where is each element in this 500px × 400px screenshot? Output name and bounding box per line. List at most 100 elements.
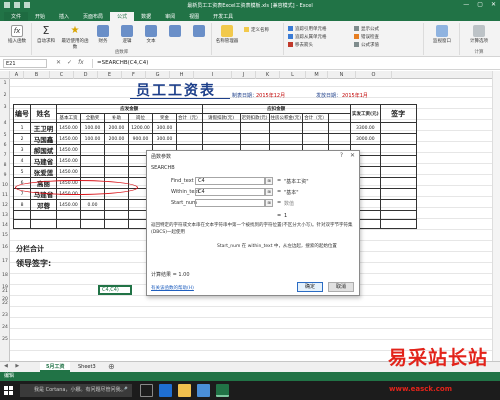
close-icon[interactable]: ✕ (350, 152, 355, 159)
cell[interactable] (379, 210, 417, 220)
active-cell[interactable]: C4,C4) (98, 285, 132, 295)
column-header[interactable]: K (256, 71, 280, 79)
microphone-icon[interactable]: 🎤 (122, 384, 128, 397)
header-name[interactable]: 姓名 (30, 104, 57, 123)
watch-window-button[interactable]: 监视窗口 (428, 25, 456, 44)
header-empty[interactable] (328, 113, 352, 123)
cancel-icon[interactable]: ✕ (56, 59, 61, 66)
cell[interactable] (379, 219, 417, 229)
cell-signature[interactable] (379, 144, 417, 156)
cell-signature[interactable] (379, 166, 417, 178)
cell-signature[interactable] (379, 199, 417, 211)
cell-bonus[interactable]: 100.00 (80, 122, 105, 134)
column-header[interactable]: H (170, 71, 194, 79)
column-header[interactable]: I (194, 71, 232, 79)
row-header[interactable]: 21 (0, 289, 10, 294)
cell-signature[interactable] (379, 188, 417, 200)
financial-button[interactable]: 财务 (92, 25, 114, 44)
cell-id[interactable]: 8 (13, 199, 31, 211)
recent-functions-button[interactable]: ★ 最近使用的函数 (60, 25, 90, 50)
store-icon[interactable] (197, 384, 210, 397)
cell-id[interactable]: 1 (13, 122, 31, 134)
cell-bonus[interactable] (80, 144, 105, 156)
range-select-icon[interactable]: ⊞ (265, 199, 273, 207)
cell[interactable] (104, 219, 129, 229)
remove-arrows-button[interactable]: 移去箭头 (288, 42, 313, 48)
row-header[interactable]: 11 (0, 193, 10, 198)
cell-id[interactable]: 3 (13, 144, 31, 156)
help-icon[interactable]: ? (340, 152, 343, 159)
cell-name[interactable]: 郝国斌 (30, 144, 57, 156)
range-select-icon[interactable]: ⊞ (265, 177, 273, 185)
row-header[interactable]: 13 (0, 213, 10, 218)
cell[interactable] (13, 219, 31, 229)
cell[interactable] (176, 122, 203, 134)
cell[interactable] (302, 133, 330, 145)
row-header[interactable]: 22 (0, 301, 10, 306)
row-header[interactable]: 4 (0, 121, 10, 126)
cell-award[interactable]: 300.00 (152, 133, 177, 145)
cell[interactable] (104, 210, 129, 220)
excel-icon[interactable] (216, 384, 229, 397)
header-signature[interactable]: 签字 (379, 104, 417, 123)
datetime-button[interactable] (164, 25, 186, 38)
row-header[interactable]: 14 (0, 223, 10, 228)
cell[interactable] (302, 122, 330, 134)
column-header[interactable]: J (232, 71, 256, 79)
header-base[interactable]: 基本工资 (56, 113, 81, 123)
column-header[interactable]: O (356, 71, 392, 79)
file-explorer-icon[interactable] (178, 384, 191, 397)
cell-actual[interactable]: 3000.00 (350, 133, 381, 145)
column-header[interactable]: A (10, 71, 24, 79)
cell-base[interactable]: 1450.00 (56, 144, 81, 156)
cell-bonus[interactable]: 100.00 (80, 133, 105, 145)
function-help-link[interactable]: 有关该函数的帮助(H) (151, 285, 194, 291)
show-formulas-button[interactable]: 显示公式 (354, 26, 379, 32)
edge-icon[interactable] (159, 384, 172, 397)
cell-subsidy[interactable]: 200.00 (104, 133, 129, 145)
tab-review[interactable]: 审阅 (158, 12, 182, 21)
cell-allowance[interactable]: 900.00 (128, 133, 153, 145)
tab-insert[interactable]: 插入 (52, 12, 76, 21)
cell[interactable] (13, 210, 31, 220)
header-deduct-total[interactable]: 合计（元） (302, 113, 330, 123)
cell-allowance[interactable]: 1200.00 (128, 122, 153, 134)
header-leave[interactable]: 请假扣款(元) (201, 113, 241, 123)
cell-name[interactable]: 邓蓉 (30, 199, 57, 211)
cell-base[interactable]: 1450.00 (56, 155, 81, 167)
maximize-icon[interactable]: ▢ (477, 1, 483, 8)
trace-dependents-button[interactable]: 追踪从属单元格 (288, 34, 327, 40)
insert-function-button[interactable]: fx 插入函数 (4, 25, 30, 44)
column-header[interactable]: B (24, 71, 50, 79)
windows-start-icon[interactable] (4, 386, 13, 395)
define-name-button[interactable]: 定义名称 (244, 27, 269, 33)
text-button[interactable]: 文本 (140, 25, 162, 44)
row-header[interactable]: 10 (0, 183, 10, 188)
cortana-search-box[interactable]: 我是 Cortana，小娜。有问题尽管问我。 🎤 (20, 384, 132, 397)
cell[interactable] (30, 219, 57, 229)
cell[interactable] (328, 133, 352, 145)
row-header[interactable]: 25 (0, 337, 10, 342)
cell-bonus[interactable] (80, 166, 105, 178)
cell-base[interactable]: 1450.00 (56, 133, 81, 145)
cell[interactable] (80, 219, 105, 229)
cell[interactable] (268, 133, 304, 145)
cell[interactable] (104, 166, 129, 178)
error-check-button[interactable]: 错误检查 (354, 34, 379, 40)
column-header[interactable]: L (280, 71, 306, 79)
formula-input[interactable]: =SEARCHB(C4,C4) (92, 59, 496, 68)
tab-home[interactable]: 开始 (28, 12, 52, 21)
cell[interactable] (80, 210, 105, 220)
cell-id[interactable]: 2 (13, 133, 31, 145)
more-functions-button[interactable] (188, 25, 210, 38)
row-header[interactable]: 1 (0, 81, 10, 86)
cell[interactable] (328, 122, 352, 134)
within-text-input[interactable]: C4 (195, 188, 265, 196)
header-bonus[interactable]: 全勤奖 (80, 113, 105, 123)
header-housing[interactable]: 住房公积金(元) (268, 113, 304, 123)
row-header[interactable]: 5 (0, 133, 10, 138)
cell-signature[interactable] (379, 133, 417, 145)
header-payable-group[interactable]: 应发金额 (56, 104, 203, 114)
autosum-button[interactable]: Σ 自动求和 (34, 25, 58, 44)
select-all-corner[interactable] (0, 71, 10, 79)
